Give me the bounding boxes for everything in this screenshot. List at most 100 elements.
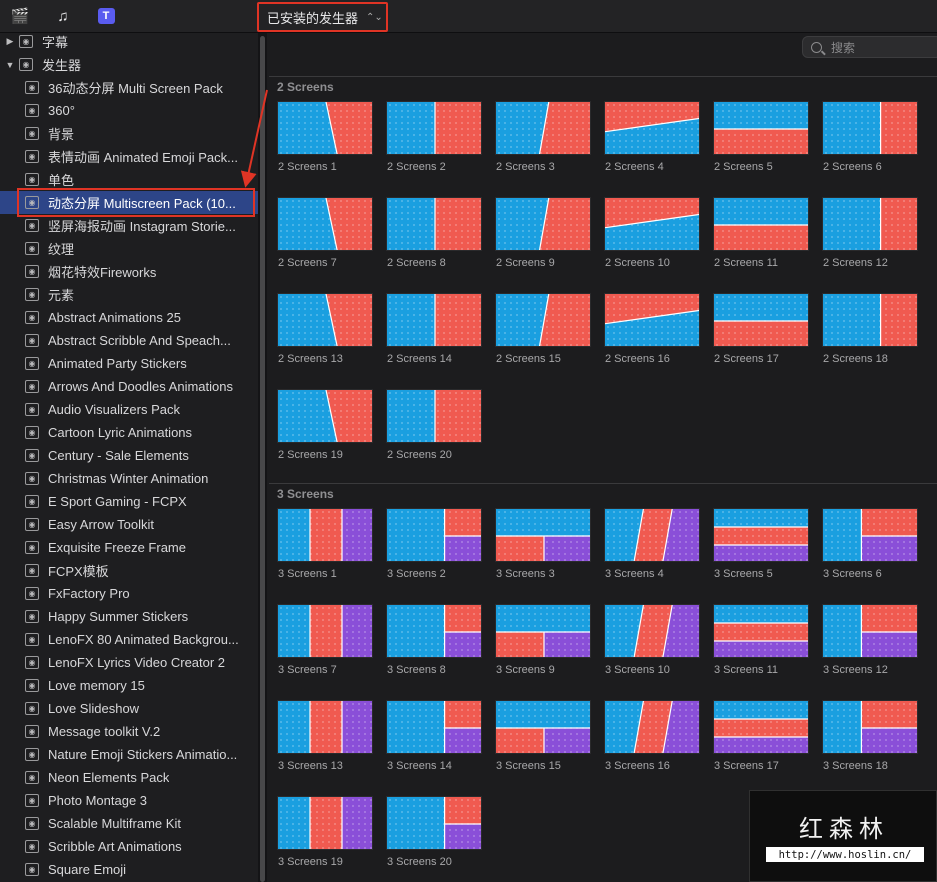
clapperboard-star-icon[interactable]: 🎬: [9, 6, 31, 26]
sidebar-item[interactable]: ◉ 元素: [0, 283, 258, 306]
generator-thumbnail[interactable]: 2 Screens 16: [604, 293, 700, 365]
generator-thumbnail[interactable]: 3 Screens 16: [604, 700, 700, 772]
sidebar-item[interactable]: ◉ Neon Elements Pack: [0, 766, 258, 789]
generator-thumbnail[interactable]: 2 Screens 9: [495, 197, 591, 269]
thumbnail-preview: [604, 700, 700, 754]
generator-thumbnail[interactable]: 3 Screens 11: [713, 604, 809, 676]
sidebar-item[interactable]: ◉ Photo Montage 3: [0, 789, 258, 812]
generator-thumbnail[interactable]: 3 Screens 14: [386, 700, 482, 772]
sidebar-item[interactable]: ◉ Scalable Multiframe Kit: [0, 812, 258, 835]
sidebar-item[interactable]: ◉ FCPX模板: [0, 559, 258, 582]
generator-thumbnail[interactable]: 2 Screens 7: [277, 197, 373, 269]
sidebar-item-label: Exquisite Freeze Frame: [48, 540, 186, 555]
sidebar-item[interactable]: ▶ ◉ 字幕: [0, 33, 258, 53]
sidebar-item[interactable]: ◉ Arrows And Doodles Animations: [0, 375, 258, 398]
generator-thumbnail[interactable]: 2 Screens 10: [604, 197, 700, 269]
generator-thumbnail[interactable]: 2 Screens 13: [277, 293, 373, 365]
generator-source-selector[interactable]: 已安装的发生器 ⌃⌄: [257, 2, 388, 32]
section-divider: [269, 76, 937, 77]
sidebar-item[interactable]: ◉ 纹理: [0, 237, 258, 260]
sidebar-item-label: Square Emoji: [48, 862, 127, 877]
title-t-icon[interactable]: T: [95, 6, 117, 26]
generator-thumbnail[interactable]: 2 Screens 15: [495, 293, 591, 365]
generator-thumbnail[interactable]: 3 Screens 3: [495, 508, 591, 580]
disclosure-collapsed-icon[interactable]: ▶: [5, 36, 15, 47]
sidebar-item[interactable]: ◉ LenoFX Lyrics Video Creator 2: [0, 651, 258, 674]
watermark-title: 红森林: [799, 815, 889, 843]
generator-thumbnail[interactable]: 2 Screens 4: [604, 101, 700, 173]
generator-thumbnail[interactable]: 3 Screens 2: [386, 508, 482, 580]
generator-thumbnail[interactable]: 2 Screens 5: [713, 101, 809, 173]
thumbnail-caption: 3 Screens 7: [278, 664, 337, 676]
generator-thumbnail[interactable]: 2 Screens 20: [386, 389, 482, 461]
sidebar-item[interactable]: ◉ Message toolkit V.2: [0, 720, 258, 743]
sidebar-item[interactable]: ◉ LenoFX 80 Animated Backgrou...: [0, 628, 258, 651]
thumbnail-preview: [495, 293, 591, 347]
generator-thumbnail[interactable]: 3 Screens 20: [386, 796, 482, 868]
sidebar-item[interactable]: ◉ 烟花特效Fireworks: [0, 260, 258, 283]
sidebar-item[interactable]: ◉ 36动态分屏 Multi Screen Pack: [0, 76, 258, 99]
sidebar-item[interactable]: ◉ 360°: [0, 99, 258, 122]
generator-thumbnail[interactable]: 3 Screens 10: [604, 604, 700, 676]
generator-thumbnail[interactable]: 2 Screens 2: [386, 101, 482, 173]
sidebar-item[interactable]: ◉ Easy Arrow Toolkit: [0, 513, 258, 536]
sidebar-item[interactable]: ◉ Love Slideshow: [0, 697, 258, 720]
generator-thumbnail[interactable]: 2 Screens 3: [495, 101, 591, 173]
generator-thumbnail[interactable]: 2 Screens 14: [386, 293, 482, 365]
sidebar-item[interactable]: ◉ Nature Emoji Stickers Animatio...: [0, 743, 258, 766]
generator-icon: ◉: [25, 794, 39, 807]
generator-thumbnail[interactable]: 2 Screens 6: [822, 101, 918, 173]
sidebar-item[interactable]: ◉ 竖屏海报动画 Instagram Storie...: [0, 214, 258, 237]
generator-thumbnail[interactable]: 3 Screens 13: [277, 700, 373, 772]
generator-thumbnail[interactable]: 3 Screens 7: [277, 604, 373, 676]
generator-thumbnail[interactable]: 3 Screens 19: [277, 796, 373, 868]
generator-thumbnail[interactable]: 2 Screens 17: [713, 293, 809, 365]
search-field[interactable]: 搜索: [802, 36, 937, 58]
sidebar-item[interactable]: ◉ E Sport Gaming - FCPX: [0, 490, 258, 513]
sidebar-item[interactable]: ◉ Abstract Scribble And Speach...: [0, 329, 258, 352]
sidebar-item-label: Abstract Animations 25: [48, 310, 181, 325]
sidebar-item[interactable]: ◉ Audio Visualizers Pack: [0, 398, 258, 421]
sidebar-item[interactable]: ◉ Love memory 15: [0, 674, 258, 697]
generator-thumbnail[interactable]: 3 Screens 9: [495, 604, 591, 676]
sidebar-item-selected[interactable]: ◉ 动态分屏 Multiscreen Pack (10...: [0, 191, 258, 214]
sidebar-item[interactable]: ◉ Century - Sale Elements: [0, 444, 258, 467]
generator-thumbnail[interactable]: 2 Screens 12: [822, 197, 918, 269]
generator-thumbnail[interactable]: 2 Screens 18: [822, 293, 918, 365]
sidebar-item[interactable]: ◉ Animated Party Stickers: [0, 352, 258, 375]
sidebar-item[interactable]: ◉ Happy Summer Stickers: [0, 605, 258, 628]
sidebar-scrollbar[interactable]: [260, 36, 265, 882]
generator-thumbnail[interactable]: 3 Screens 17: [713, 700, 809, 772]
sidebar-item[interactable]: ◉ 背景: [0, 122, 258, 145]
sidebar-item[interactable]: ◉ Exquisite Freeze Frame: [0, 536, 258, 559]
sidebar-item[interactable]: ◉ 单色: [0, 168, 258, 191]
sidebar-item[interactable]: ◉ Square Emoji: [0, 858, 258, 881]
generator-icon: ◉: [25, 817, 39, 830]
generator-thumbnail[interactable]: 3 Screens 12: [822, 604, 918, 676]
sidebar-item[interactable]: ▼ ◉ 发生器: [0, 53, 258, 76]
generator-thumbnail[interactable]: 3 Screens 6: [822, 508, 918, 580]
sidebar-item[interactable]: ◉ 表情动画 Animated Emoji Pack...: [0, 145, 258, 168]
sidebar-item[interactable]: ◉ Christmas Winter Animation: [0, 467, 258, 490]
thumbnail-caption: 3 Screens 4: [605, 568, 664, 580]
sidebar-item[interactable]: ◉ Cartoon Lyric Animations: [0, 421, 258, 444]
generator-icon: ◉: [25, 334, 39, 347]
disclosure-expanded-icon[interactable]: ▼: [5, 60, 15, 70]
generator-thumbnail[interactable]: 3 Screens 1: [277, 508, 373, 580]
generator-thumbnail[interactable]: 2 Screens 1: [277, 101, 373, 173]
sidebar-item[interactable]: ◉ Scribble Art Animations: [0, 835, 258, 858]
generator-icon: ◉: [19, 35, 33, 48]
generator-thumbnail[interactable]: 3 Screens 8: [386, 604, 482, 676]
generator-thumbnail[interactable]: 2 Screens 11: [713, 197, 809, 269]
generator-thumbnail[interactable]: 2 Screens 19: [277, 389, 373, 461]
generator-thumbnail[interactable]: 3 Screens 15: [495, 700, 591, 772]
generator-thumbnail[interactable]: 2 Screens 8: [386, 197, 482, 269]
generator-thumbnail[interactable]: 3 Screens 18: [822, 700, 918, 772]
sidebar-item[interactable]: ◉ Abstract Animations 25: [0, 306, 258, 329]
generator-thumbnail[interactable]: 3 Screens 4: [604, 508, 700, 580]
generator-thumbnail[interactable]: 3 Screens 5: [713, 508, 809, 580]
sidebar-item[interactable]: ◉ FxFactory Pro: [0, 582, 258, 605]
music-note-icon[interactable]: ♫: [52, 6, 74, 26]
thumbnail-preview: [495, 700, 591, 754]
generator-icon: ◉: [25, 104, 39, 117]
